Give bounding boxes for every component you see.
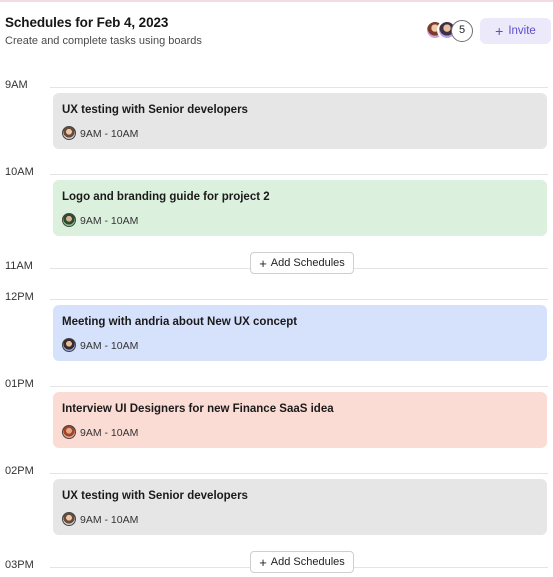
event-card[interactable]: UX testing with Senior developers 9AM - … [53,93,547,149]
event-title: Interview UI Designers for new Finance S… [62,403,334,415]
event-card[interactable]: Logo and branding guide for project 2 9A… [53,180,547,236]
event-time: 9AM - 10AM [80,427,139,439]
plus-icon: + [259,554,267,570]
plus-icon: + [495,23,504,39]
event-time: 9AM - 10AM [80,340,139,352]
schedule-timeline: 9AM UX testing with Senior developers 9A… [0,62,553,577]
hour-label: 01PM [5,378,34,390]
member-avatars[interactable]: 5 [425,20,477,42]
hour-label: 02PM [5,465,34,477]
hour-divider [50,386,548,387]
event-title: Meeting with andria about New UX concept [62,316,298,328]
hour-divider [50,174,548,175]
plus-icon: + [259,255,267,271]
schedule-panel: Schedules for Feb 4, 2023 Create and com… [0,0,553,577]
avatar [62,512,76,526]
event-title: UX testing with Senior developers [62,490,248,502]
schedule-header: Schedules for Feb 4, 2023 Create and com… [5,12,551,62]
event-title: UX testing with Senior developers [62,104,248,116]
member-count-badge: 5 [451,20,473,42]
invite-button[interactable]: + Invite [480,18,551,44]
hour-label: 9AM [5,79,28,91]
hour-label: 12PM [5,291,34,303]
page-title: Schedules for Feb 4, 2023 [5,15,169,30]
top-border [0,0,553,2]
event-card[interactable]: Interview UI Designers for new Finance S… [53,392,547,448]
hour-label: 03PM [5,559,34,571]
event-time: 9AM - 10AM [80,514,139,526]
add-schedule-button[interactable]: + Add Schedules [250,252,354,274]
hour-label: 10AM [5,166,34,178]
avatar [62,425,76,439]
event-time: 9AM - 10AM [80,215,139,227]
add-schedule-label: Add Schedules [270,556,345,568]
page-subtitle: Create and complete tasks using boards [5,35,202,47]
event-card[interactable]: UX testing with Senior developers 9AM - … [53,479,547,535]
hour-divider [50,299,548,300]
event-title: Logo and branding guide for project 2 [62,191,270,203]
add-schedule-label: Add Schedules [270,257,345,269]
hour-divider [50,87,548,88]
add-schedule-button[interactable]: + Add Schedules [250,551,354,573]
invite-label: Invite [508,25,536,37]
avatar [62,338,76,352]
event-time: 9AM - 10AM [80,128,139,140]
avatar [62,126,76,140]
hour-divider [50,473,548,474]
avatar [62,213,76,227]
event-card[interactable]: Meeting with andria about New UX concept… [53,305,547,361]
hour-label: 11AM [5,260,33,272]
